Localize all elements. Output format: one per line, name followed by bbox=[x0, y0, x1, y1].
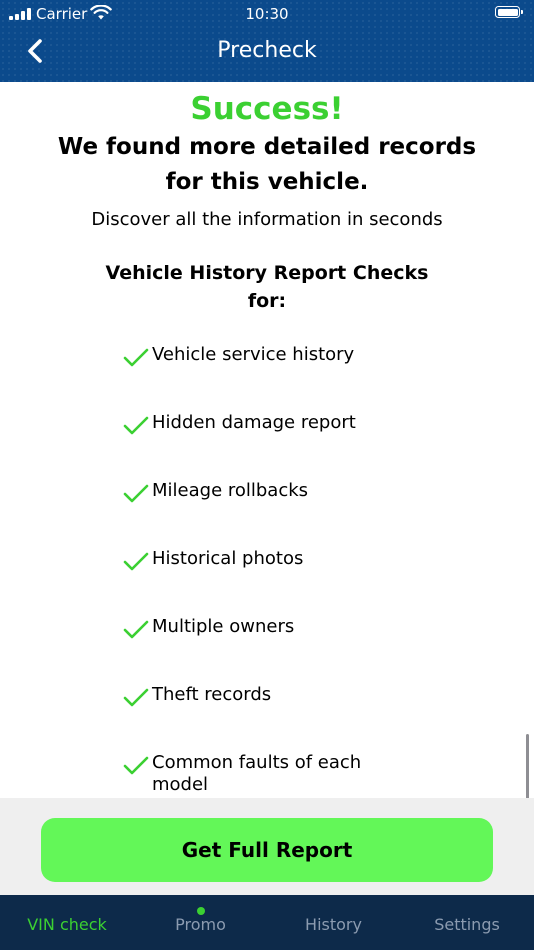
tab-label: Settings bbox=[434, 915, 500, 934]
promo-badge-dot bbox=[196, 907, 205, 915]
tab-vin-check[interactable]: VIN check bbox=[0, 895, 134, 950]
report-content[interactable]: Success! We found more detailed records … bbox=[0, 82, 534, 798]
records-found-heading: We found more detailed records for this … bbox=[57, 134, 477, 195]
checklist-item-label: Vehicle service history bbox=[152, 344, 355, 365]
report-checks-title: Vehicle History Report Checks for: bbox=[105, 262, 429, 312]
checklist-item: Hidden damage report bbox=[122, 412, 412, 456]
tab-history[interactable]: History bbox=[267, 895, 400, 950]
checklist-item: Theft records bbox=[122, 684, 412, 728]
checkmark-icon bbox=[123, 348, 149, 367]
checklist-item-label: Common faults of each model bbox=[152, 752, 362, 795]
get-full-report-button[interactable]: Get Full Report bbox=[41, 818, 493, 882]
scroll-indicator[interactable] bbox=[526, 734, 529, 798]
tab-label: History bbox=[305, 915, 362, 934]
discover-subtext: Discover all the information in seconds bbox=[91, 209, 443, 230]
checklist-item-label: Mileage rollbacks bbox=[152, 480, 309, 501]
checklist-item-label: Historical photos bbox=[152, 548, 304, 569]
status-bar: Carrier 10:30 bbox=[0, 0, 534, 28]
tab-bar: VIN check Promo History Settings bbox=[0, 895, 534, 950]
checkmark-icon bbox=[123, 484, 149, 503]
checkmark-icon bbox=[123, 688, 149, 707]
checklist-item: Multiple owners bbox=[122, 616, 412, 660]
checklist-item: Vehicle service history bbox=[122, 344, 412, 388]
tab-label: VIN check bbox=[27, 915, 107, 934]
checkmark-icon bbox=[123, 552, 149, 571]
checklist-item: Historical photos bbox=[122, 548, 412, 592]
action-area: Get Full Report bbox=[0, 798, 534, 895]
tab-promo[interactable]: Promo bbox=[134, 895, 267, 950]
checkmark-icon bbox=[123, 620, 149, 639]
tab-settings[interactable]: Settings bbox=[400, 895, 534, 950]
tab-label: Promo bbox=[175, 915, 226, 934]
checklist-item: Common faults of each model bbox=[122, 752, 412, 796]
checkmark-icon bbox=[123, 756, 149, 775]
status-time: 10:30 bbox=[245, 5, 289, 23]
checkmark-icon bbox=[123, 416, 149, 435]
navigation-header: Carrier 10:30 Precheck bbox=[0, 0, 534, 82]
success-title: Success! bbox=[190, 91, 344, 127]
checklist-item-label: Theft records bbox=[152, 684, 272, 705]
checklist-item-label: Hidden damage report bbox=[152, 412, 356, 433]
page-title: Precheck bbox=[217, 38, 317, 63]
checklist-item-label: Multiple owners bbox=[152, 616, 295, 637]
battery-icon bbox=[495, 6, 523, 20]
checklist-item: Mileage rollbacks bbox=[122, 480, 412, 524]
